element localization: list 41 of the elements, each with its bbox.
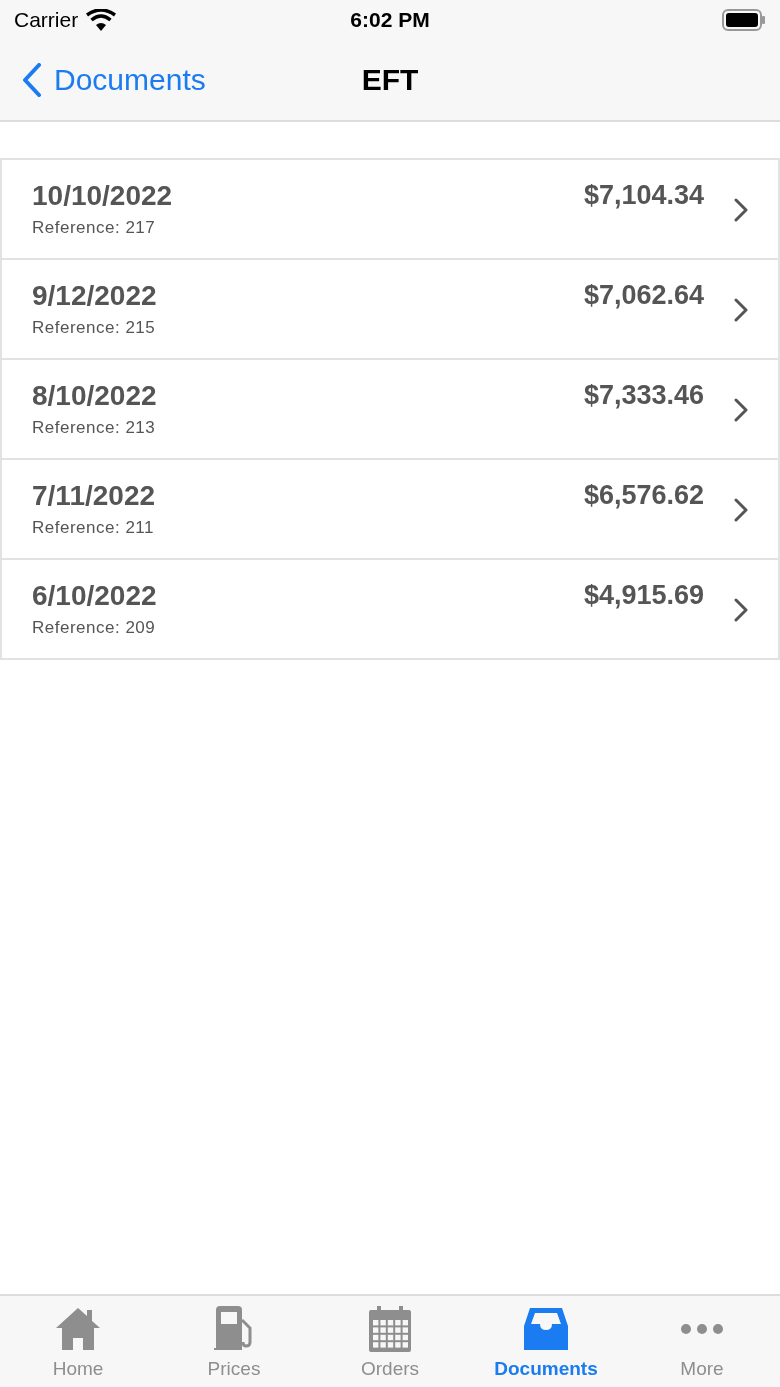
home-icon [54, 1306, 102, 1352]
row-date: 7/11/2022 [32, 480, 157, 512]
more-dots-icon [680, 1324, 724, 1334]
chevron-right-icon [734, 498, 748, 522]
calendar-icon [367, 1306, 413, 1352]
chevron-right-icon [734, 298, 748, 322]
row-amount: $4,915.69 [583, 579, 704, 611]
eft-list-row[interactable]: 8/10/2022 Reference: 213 $7,333.46 [0, 360, 780, 460]
tab-bar-item[interactable]: Home [0, 1296, 156, 1387]
row-amount: $6,576.62 [583, 479, 704, 511]
carrier-label: Carrier [14, 8, 79, 32]
chevron-left-icon [22, 63, 42, 97]
row-date: 9/12/2022 [32, 280, 158, 312]
tab-bar-item[interactable]: Orders [312, 1296, 468, 1387]
battery-icon [722, 9, 766, 31]
clock-time: 6:02 PM [350, 8, 430, 32]
row-reference: Reference: 211 [32, 518, 155, 538]
tab-bar-item[interactable]: More [624, 1296, 780, 1387]
back-button[interactable]: Documents [22, 63, 362, 97]
eft-list-row[interactable]: 9/12/2022 Reference: 215 $7,062.64 [0, 260, 780, 360]
row-amount: $7,062.64 [583, 279, 704, 311]
wifi-icon [86, 9, 117, 31]
row-amount: $7,333.46 [583, 379, 704, 411]
row-date: 8/10/2022 [32, 380, 158, 412]
row-reference: Reference: 209 [32, 618, 157, 638]
tab-bar-item[interactable]: Prices [156, 1296, 312, 1387]
chevron-right-icon [734, 598, 748, 622]
inbox-tray-icon [522, 1306, 570, 1352]
eft-list-row[interactable]: 10/10/2022 Reference: 217 $7,104.34 [0, 160, 780, 260]
row-date: 6/10/2022 [32, 580, 158, 612]
eft-list-row[interactable]: 6/10/2022 Reference: 209 $4,915.69 [0, 560, 780, 660]
tab-bar-item[interactable]: Documents [468, 1296, 624, 1387]
page-title: EFT [361, 63, 420, 97]
chevron-right-icon [734, 198, 748, 222]
eft-list-row[interactable]: 7/11/2022 Reference: 211 $6,576.62 [0, 460, 780, 560]
row-reference: Reference: 213 [32, 418, 157, 438]
chevron-right-icon [734, 398, 748, 422]
row-amount: $7,104.34 [583, 179, 704, 211]
row-reference: Reference: 215 [32, 318, 157, 338]
row-reference: Reference: 217 [32, 218, 157, 238]
row-date: 10/10/2022 [32, 180, 174, 212]
